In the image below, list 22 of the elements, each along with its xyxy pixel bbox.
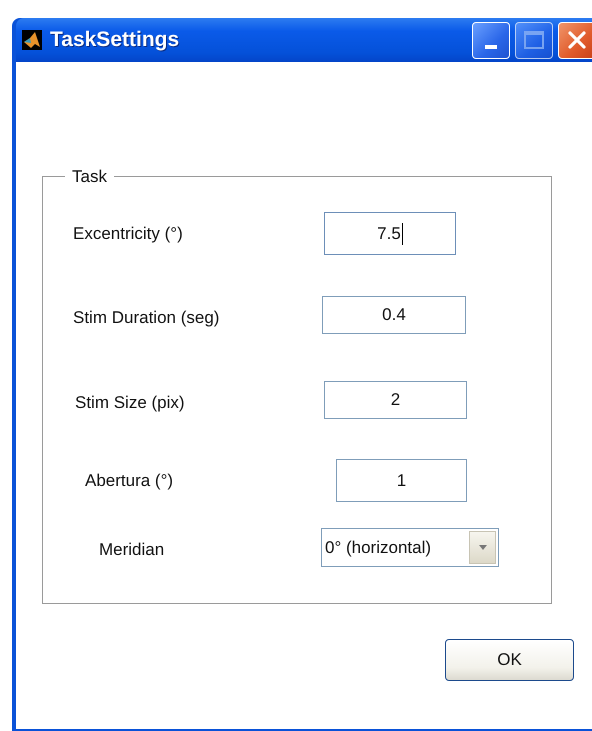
field-label: Excentricity (°) xyxy=(73,224,183,244)
input-field[interactable]: 0.4 xyxy=(322,296,466,334)
field-value: 7.5 xyxy=(377,224,401,244)
input-field[interactable]: 1 xyxy=(336,459,467,502)
field-label: Stim Size (pix) xyxy=(75,393,185,413)
input-field[interactable]: 7.5 xyxy=(324,212,456,255)
field-value: 2 xyxy=(390,390,400,410)
app-icon xyxy=(22,30,42,50)
input-field[interactable]: 2 xyxy=(324,381,467,419)
close-button[interactable] xyxy=(558,22,592,58)
field-label: Abertura (°) xyxy=(85,471,174,491)
window-title: TaskSettings xyxy=(50,28,180,52)
ok-button[interactable]: OK xyxy=(445,639,574,681)
field-label: Stim Duration (seg) xyxy=(73,308,220,328)
meridian-dropdown[interactable]: 0° (horizontal) xyxy=(321,528,499,567)
maximize-button[interactable] xyxy=(515,22,553,58)
field-value: 1 xyxy=(396,470,406,490)
field-value: 0.4 xyxy=(382,305,406,325)
close-icon xyxy=(566,29,588,51)
field-label: Meridian xyxy=(99,540,164,560)
minimize-button[interactable] xyxy=(472,22,510,58)
text-cursor xyxy=(402,222,403,244)
